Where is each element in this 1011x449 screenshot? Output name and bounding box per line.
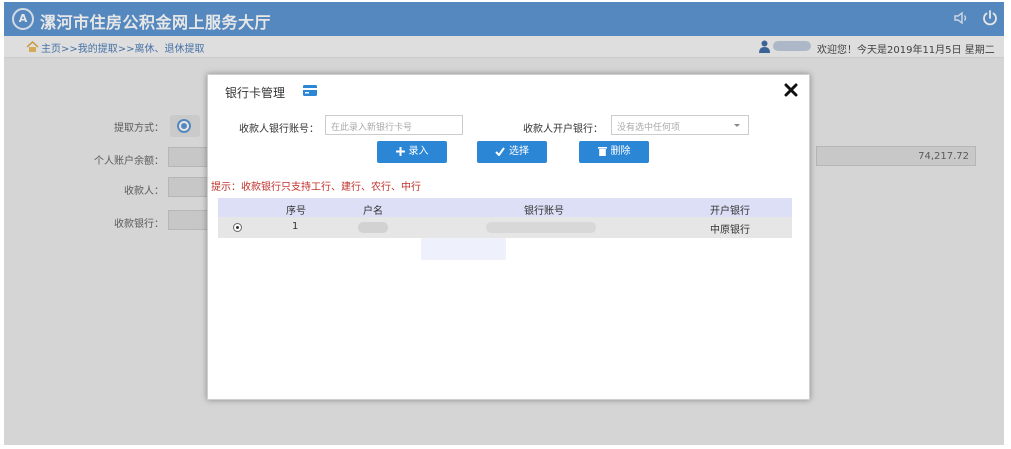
row-index: 1 (292, 221, 299, 232)
check-icon (495, 147, 505, 157)
account-number-input[interactable]: 在此录入新银行卡号 (325, 115, 463, 135)
delete-button-label: 删除 (610, 146, 631, 157)
bank-label: 收款人开户银行： (523, 124, 603, 135)
delete-button[interactable]: 删除 (579, 141, 649, 163)
enter-button-label: 录入 (408, 146, 429, 157)
bank-select-value: 没有选中任何项 (617, 123, 681, 133)
col-account-number: 银行账号 (524, 206, 564, 217)
bank-card-dialog: 银行卡管理 收款人银行账号： 在此录入新银行卡号 收款人开户银行： 没有选中任何… (207, 74, 810, 400)
account-number-label: 收款人银行账号： (239, 124, 319, 135)
enter-button[interactable]: 录入 (377, 141, 447, 163)
col-index: 序号 (286, 206, 306, 217)
col-account-name: 户名 (363, 206, 383, 217)
app-window: A 漯河市住房公积金网上服务大厅 主页>>我的提取>>离休、退休提取 欢迎您！今… (4, 2, 1004, 445)
hint-text: 提示：收款银行只支持工行、建行、农行、中行 (211, 182, 421, 193)
table-row[interactable]: 1 中原银行 (218, 217, 792, 238)
chevron-down-icon (734, 124, 740, 127)
trash-icon (597, 147, 607, 156)
dialog-title: 银行卡管理 (225, 86, 286, 100)
close-icon[interactable] (784, 83, 798, 97)
plus-icon (395, 147, 405, 156)
account-name-redacted (358, 222, 388, 233)
account-number-redacted (486, 222, 596, 233)
row-radio[interactable] (233, 223, 242, 232)
row-bank: 中原银行 (710, 225, 750, 236)
col-bank: 开户银行 (710, 206, 750, 217)
bank-card-icon (303, 85, 317, 96)
faint-overlay-bar (421, 238, 506, 260)
select-button-label: 选择 (509, 146, 529, 157)
select-button[interactable]: 选择 (477, 141, 547, 163)
table-header: 序号 户名 银行账号 开户银行 (218, 198, 792, 217)
bank-select[interactable]: 没有选中任何项 (611, 115, 749, 135)
